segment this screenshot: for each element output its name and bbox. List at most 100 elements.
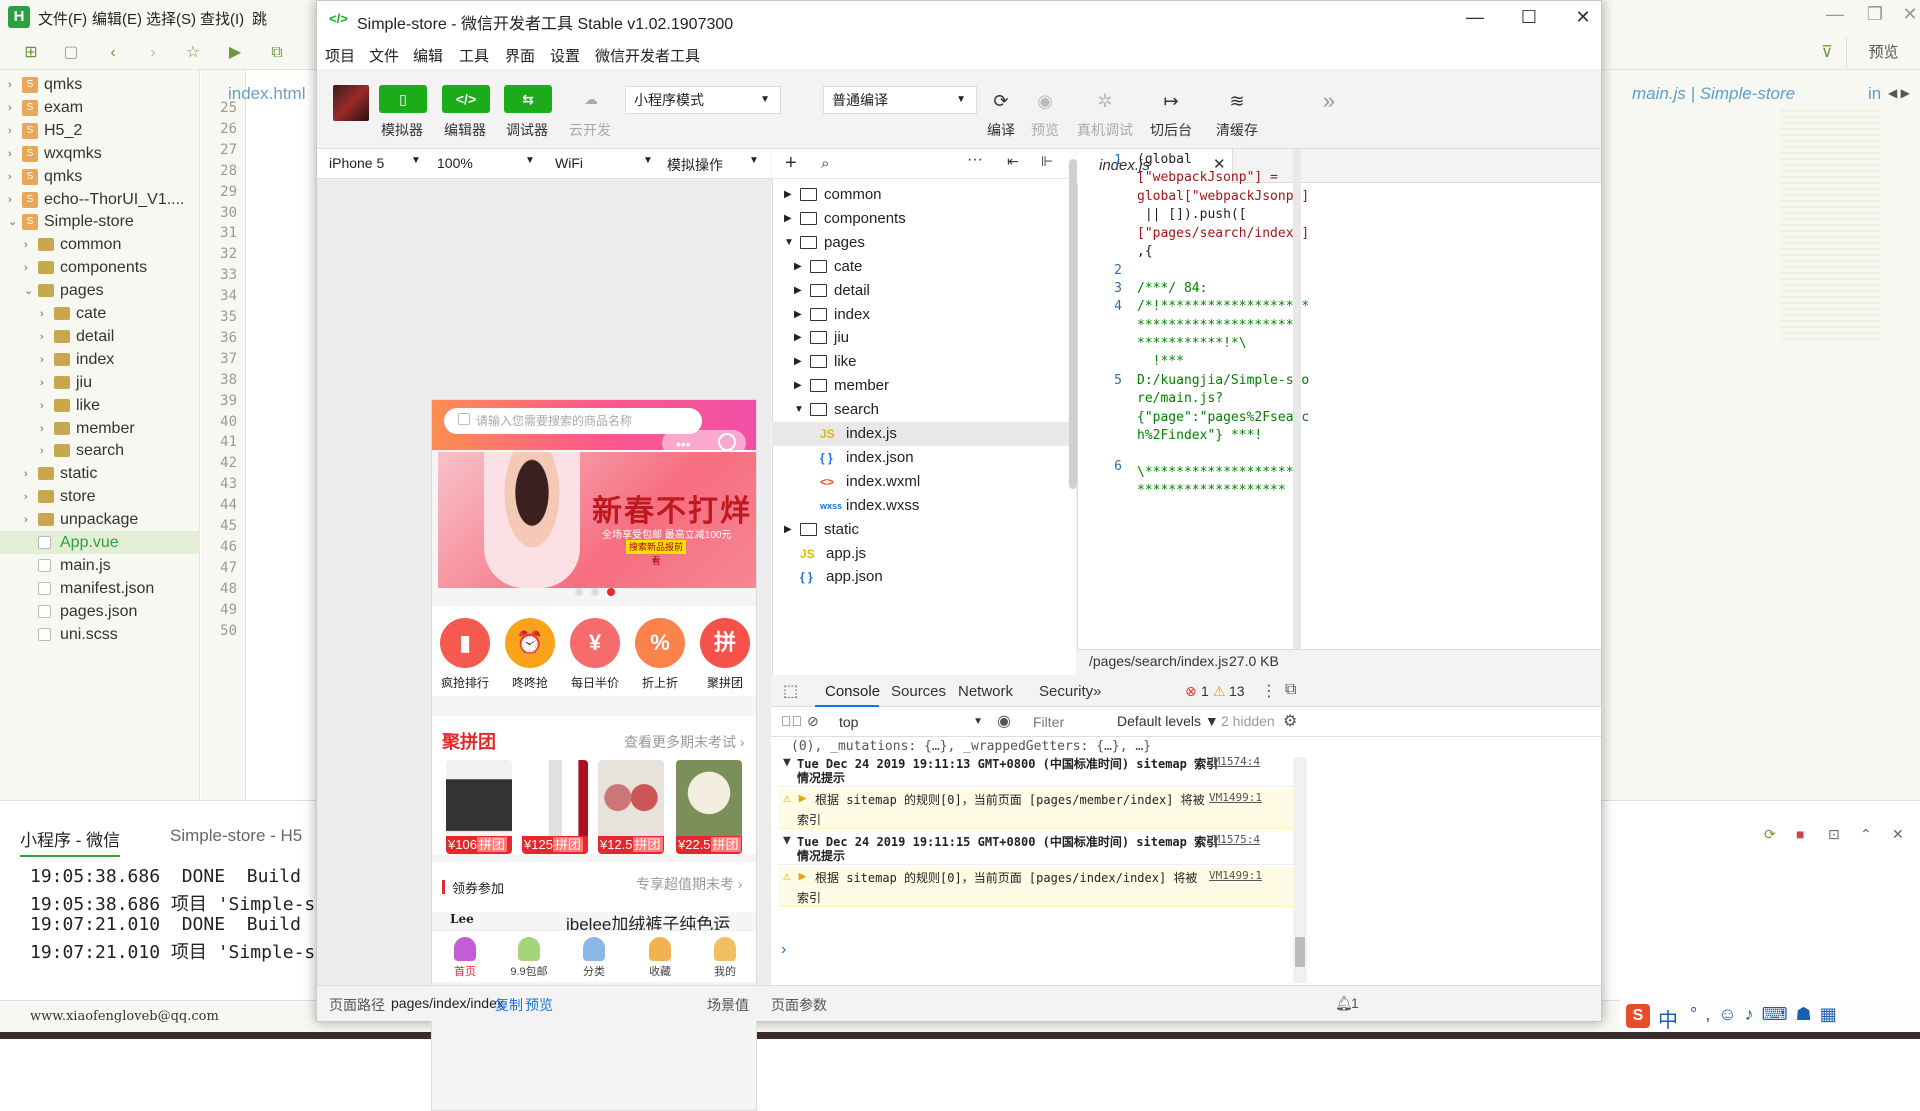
tab-favorite[interactable]: 收藏 <box>630 963 690 979</box>
chevron-right-icon[interactable]: › <box>8 74 12 97</box>
more-icon[interactable]: ··· <box>967 151 983 169</box>
wx-menu-project[interactable]: 项目 <box>325 45 355 66</box>
capsule-close-icon[interactable] <box>718 433 736 451</box>
chevron-right-icon[interactable]: ▶ <box>784 518 792 542</box>
file-tree-item[interactable]: ▶ jiu <box>772 326 1070 350</box>
console-prompt[interactable]: › <box>781 941 786 959</box>
tree-item[interactable]: › member <box>0 417 200 440</box>
tree-item[interactable]: ⌄ pages <box>0 279 200 302</box>
hb-minimize-button[interactable]: — <box>1815 4 1855 25</box>
error-count[interactable]: 1 <box>1201 683 1209 699</box>
wx-menu-file[interactable]: 文件 <box>369 45 399 66</box>
console-scroll-thumb[interactable] <box>1295 937 1305 967</box>
tree-item[interactable]: › components <box>0 256 200 279</box>
chevron-right-icon[interactable]: › <box>40 326 44 349</box>
preview-icon[interactable]: ◉ <box>1023 86 1067 114</box>
console-warning[interactable]: ⚠ ▶ 根据 sitemap 的规则[0]，当前页面 [pages/index/i… <box>779 867 1293 907</box>
tab-99-icon[interactable] <box>518 937 540 961</box>
file-tree-item[interactable]: { } index.json <box>772 446 1070 470</box>
chevron-down-icon[interactable]: ▼ <box>749 155 759 166</box>
chevron-right-icon[interactable]: › <box>40 372 44 395</box>
tab-category[interactable]: 分类 <box>564 963 624 979</box>
tree-item[interactable]: › like <box>0 394 200 417</box>
hb-right-tab-extra[interactable]: in <box>1868 84 1881 104</box>
cat-label[interactable]: 疯抢排行 <box>432 674 498 691</box>
file-tree-item[interactable]: ▶ member <box>772 374 1070 398</box>
hb-menu-select[interactable]: 选择(S) <box>146 8 196 29</box>
tab-category-icon[interactable] <box>583 937 605 961</box>
ime-mode[interactable]: 中 <box>1658 1004 1678 1033</box>
console-source-link[interactable]: VM1574:4 <box>1207 755 1260 768</box>
chevron-right-icon[interactable]: › <box>8 97 12 120</box>
console-stop-icon[interactable]: ■ <box>1796 826 1804 842</box>
chevron-right-icon[interactable]: › <box>40 395 44 418</box>
hb-editor-tab[interactable]: index.html <box>228 84 305 104</box>
chevron-down-icon[interactable]: ▼ <box>794 398 804 422</box>
tab-more[interactable]: » <box>1093 683 1101 700</box>
tab-sources[interactable]: Sources <box>891 683 946 700</box>
device-select[interactable]: iPhone 5 <box>329 155 384 171</box>
console-source-link[interactable]: VM1499:1 <box>1209 869 1262 882</box>
tree-item[interactable]: uni.scss <box>0 623 200 646</box>
wx-close-button[interactable]: ✕ <box>1563 7 1603 28</box>
warning-icon[interactable]: ⚠ ▶ <box>783 791 806 806</box>
chevron-right-icon[interactable]: › <box>40 418 44 441</box>
tab-network[interactable]: Network <box>958 683 1013 700</box>
console-tab-wechat[interactable]: 小程序 - 微信 <box>20 826 121 857</box>
file-tree-item[interactable]: ▶ detail <box>772 279 1070 303</box>
editor-scrollbar[interactable] <box>1293 149 1301 649</box>
tree-item[interactable]: › jiu <box>0 371 200 394</box>
product-card[interactable]: ¥125 拼团 <box>522 760 588 854</box>
console-source-link[interactable]: VM1575:4 <box>1207 833 1260 846</box>
tab-home[interactable]: 首页 <box>435 963 495 979</box>
chevron-right-icon[interactable]: ▶ <box>794 279 802 303</box>
file-tree-item[interactable]: ▼ pages <box>772 231 1070 255</box>
banner-dot[interactable] <box>591 588 599 596</box>
file-tree-item[interactable]: ▶ common <box>772 183 1070 207</box>
tab-scroll-arrows-icon[interactable]: ◀ ▶ <box>1888 86 1910 100</box>
tab-security[interactable]: Security <box>1039 683 1093 700</box>
triangle-down-icon[interactable]: ▼ <box>783 755 791 770</box>
cat-label[interactable]: 聚拼团 <box>692 674 756 691</box>
capsule-menu-icon[interactable]: ••• <box>676 436 691 452</box>
banner-dot-active[interactable] <box>607 588 615 596</box>
console-warning[interactable]: ⚠ ▶ 根据 sitemap 的规则[0]，当前页面 [pages/member/… <box>779 789 1293 829</box>
remote-debug-label[interactable]: 真机调试 <box>1070 120 1140 140</box>
tree-item[interactable]: › Sqmks <box>0 165 200 188</box>
editor-button[interactable]: </> <box>442 85 490 113</box>
forward-icon[interactable]: › <box>144 44 162 62</box>
clear-cache-icon[interactable]: ≋ <box>1215 86 1259 114</box>
console-group[interactable]: ▼ Tue Dec 24 2019 19:11:13 GMT+0800 (中国标准… <box>779 753 1293 787</box>
simulator-button[interactable]: ▯ <box>379 85 427 113</box>
file-tree-item[interactable]: JS app.js <box>772 542 1070 566</box>
tree-item[interactable]: App.vue <box>0 531 200 554</box>
file-tree-item[interactable]: ▶ index <box>772 303 1070 327</box>
wx-minimize-button[interactable]: — <box>1455 7 1495 28</box>
preview-link[interactable]: 预览 <box>525 995 553 1015</box>
tab-99[interactable]: 9.9包邮 <box>499 963 559 979</box>
chevron-down-icon[interactable]: ⌄ <box>24 280 33 303</box>
cat-group-icon[interactable]: 拼 <box>700 618 750 668</box>
eye-icon[interactable]: ◉ <box>997 711 1011 731</box>
chevron-right-icon[interactable]: › <box>40 440 44 463</box>
file-tree-item[interactable]: ▼ search <box>772 398 1070 422</box>
tree-item[interactable]: › detail <box>0 325 200 348</box>
file-tree-item[interactable]: wxss index.wxss <box>772 494 1070 518</box>
cat-rank-icon[interactable]: ▮ <box>440 618 490 668</box>
network-select[interactable]: WiFi <box>555 155 583 171</box>
file-tree-scrollbar[interactable] <box>1069 159 1077 489</box>
chevron-right-icon[interactable]: ▶ <box>794 326 802 350</box>
star-icon[interactable]: ☆ <box>184 44 202 62</box>
file-tree-item[interactable]: { } app.json <box>772 565 1070 589</box>
gear-icon[interactable]: ⚙ <box>1283 711 1297 731</box>
hb-close-button[interactable]: ✕ <box>1890 4 1920 25</box>
phone-search-input[interactable]: 请输入您需要搜索的商品名称 <box>444 408 702 434</box>
save-icon[interactable]: ▢ <box>62 44 80 62</box>
chevron-right-icon[interactable]: ▶ <box>784 207 792 231</box>
cat-label[interactable]: 折上折 <box>627 674 693 691</box>
wx-menu-settings[interactable]: 设置 <box>550 45 580 66</box>
chevron-right-icon[interactable]: ▶ <box>794 303 802 327</box>
hb-menu-file[interactable]: 文件(F) <box>38 8 87 29</box>
chevron-down-icon[interactable]: ▼ <box>784 231 794 255</box>
tree-item[interactable]: › unpackage <box>0 508 200 531</box>
